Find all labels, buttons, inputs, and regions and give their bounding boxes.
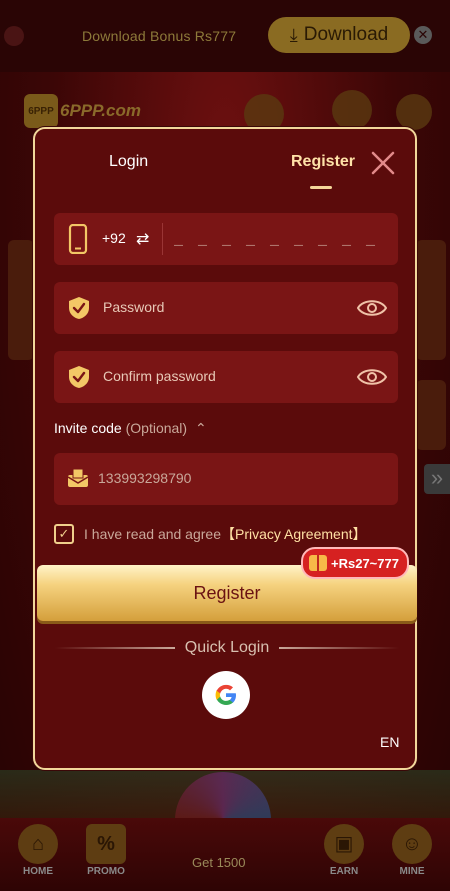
download-label: Download [303,24,389,45]
swap-country-icon[interactable]: ⇄ [136,229,149,249]
banner-close-icon[interactable]: ✕ [414,26,432,44]
close-icon[interactable] [369,149,397,177]
side-game-card [416,380,446,450]
agree-text: I have read and agree [84,526,221,542]
banner-dismiss-icon[interactable] [4,26,24,46]
language-selector[interactable]: EN [380,734,399,750]
phone-icon [68,224,88,254]
phone-input[interactable] [172,228,386,252]
tab-register[interactable]: Register [291,153,355,171]
logo-badge-icon: 6PPP [24,94,58,128]
register-modal: Login Register +92 ⇄ Password [33,127,417,770]
quick-login-divider: Quick Login [55,639,399,657]
eye-icon[interactable] [357,366,387,388]
envelope-icon [67,468,89,487]
password-placeholder: Password [103,299,165,315]
chevron-up-icon: ⌃ [194,420,207,436]
quick-login-label: Quick Login [184,639,270,656]
download-button[interactable]: ⤓ Download [268,17,410,53]
phone-field: +92 ⇄ [54,213,398,265]
invite-code-toggle[interactable]: Invite code (Optional) ⌃ [54,420,207,437]
confirm-password-field[interactable]: Confirm password [54,351,398,403]
download-icon: ⤓ [289,24,298,45]
nav-earn-label: EARN [329,866,359,877]
invite-optional-label: (Optional) [125,420,188,436]
country-code[interactable]: +92 [102,230,126,246]
divider-line [279,647,399,649]
invite-code-label: Invite code [54,420,122,436]
side-game-card [416,240,446,360]
nav-earn[interactable]: ▣ EARN [314,824,374,877]
download-banner: Download Bonus Rs777 ⤓ Download ✕ [0,0,450,72]
divider-line [55,647,175,649]
agree-checkbox[interactable]: ✓ [54,524,74,544]
logo-text: 6PPP.com [60,101,141,120]
gift-box-icon [309,555,327,571]
shield-check-icon [69,366,89,388]
earn-gift-icon: ▣ [324,824,364,864]
privacy-agreement-link[interactable]: 【Privacy Agreement】 [221,524,367,544]
invite-code-field[interactable]: 133993298790 [54,453,398,505]
nav-home-label: HOME [23,866,53,877]
confirm-password-placeholder: Confirm password [103,368,216,384]
eye-icon[interactable] [357,297,387,319]
download-bonus-text: Download Bonus Rs777 [82,28,237,44]
active-tab-indicator [310,186,332,189]
tab-login[interactable]: Login [109,153,148,171]
shield-check-icon [69,297,89,319]
promo-icon: % [86,824,126,864]
nav-promo[interactable]: % PROMO [76,824,136,877]
invite-code-value: 133993298790 [98,470,192,486]
nav-mine-label: MINE [399,866,425,877]
nav-promo-label: PROMO [87,866,125,877]
field-divider [162,223,163,255]
agreement-row: ✓ I have read and agree 【Privacy Agreeme… [54,524,367,544]
wheel-get-label: Get 1500 [192,855,246,870]
google-icon [215,684,236,705]
scroll-right-icon[interactable]: » [424,464,450,494]
side-game-card [8,240,34,360]
gift-icon [396,94,432,130]
google-login-button[interactable] [202,671,250,719]
reward-badge: +Rs27~777 [301,547,409,579]
nav-home[interactable]: ⌂ HOME [8,824,68,877]
bonus-icon [332,90,372,130]
home-icon: ⌂ [18,824,58,864]
password-field[interactable]: Password [54,282,398,334]
reward-badge-text: +Rs27~777 [331,555,399,571]
mine-icon: ☺ [392,824,432,864]
site-logo: 6PPP 6PPP.com [24,94,141,128]
nav-mine[interactable]: ☺ MINE [382,824,442,877]
